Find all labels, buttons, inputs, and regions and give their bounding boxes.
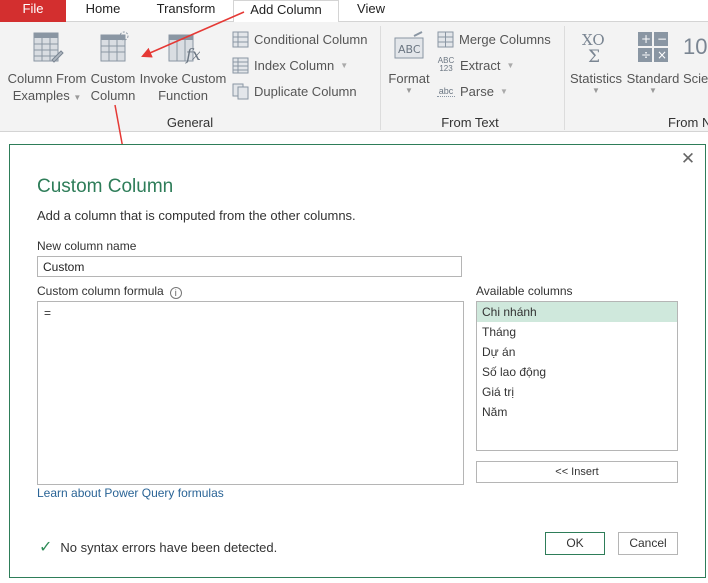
custom-column-label-1: Custom [90,71,136,86]
parse-icon: abc [437,85,455,97]
formula-editor[interactable]: = [37,301,464,485]
conditional-column-button[interactable]: Conditional Column [232,28,367,50]
standard-label: Standard [626,71,680,86]
info-icon[interactable]: i [169,287,182,299]
invoke-custom-function-label-2: Function [158,88,208,103]
custom-column-formula-label: Custom column formula i [37,284,182,299]
conditional-column-icon [232,31,249,47]
chevron-down-icon: ▼ [499,86,508,96]
list-item[interactable]: Chi nhánh [477,302,677,322]
list-item[interactable]: Tháng [477,322,677,342]
index-column-button[interactable]: Index Column ▼ [232,54,348,76]
statistics-label: Statistics [570,71,623,86]
index-column-label: Index Column [254,57,335,73]
extract-icon-text-2: 123 [439,64,453,73]
list-item[interactable]: Giá trị [477,382,677,402]
format-label: Format [388,71,430,86]
dialog-title: Custom Column [37,176,174,197]
scientific-button[interactable]: 10 Scie [683,30,708,87]
chevron-down-icon: ▼ [340,60,349,70]
chevron-down-icon: ▼ [506,60,515,70]
tab-transform[interactable]: Transform [140,0,232,22]
conditional-column-label: Conditional Column [254,31,368,47]
syntax-status: ✓ No syntax errors have been detected. [39,537,277,557]
checkmark-icon: ✓ [39,539,53,556]
format-icon: ABC [394,31,424,59]
new-column-name-label: New column name [37,239,137,253]
insert-button[interactable]: << Insert [476,461,678,483]
column-from-examples-label-1: Column From [7,71,87,86]
group-label-from-text: From Text [441,115,499,130]
chevron-down-icon: ▼ [592,86,600,95]
svg-text:×: × [657,48,667,62]
scientific-label: Scie [683,71,708,86]
syntax-status-text: No syntax errors have been detected. [60,539,278,555]
available-columns-list[interactable]: Chi nhánh Tháng Dự án Số lao động Giá tr… [476,301,678,451]
standard-icon: + − ÷ × [638,32,668,62]
group-separator [380,26,381,130]
merge-columns-icon [437,31,454,47]
svg-text:ABC: ABC [398,43,421,56]
merge-columns-label: Merge Columns [459,31,551,47]
svg-text:fx: fx [185,45,200,64]
merge-columns-button[interactable]: Merge Columns [437,28,551,50]
tab-file[interactable]: File [0,0,66,22]
chevron-down-icon: ▼ [405,86,413,95]
extract-label: Extract [460,57,501,73]
tab-home[interactable]: Home [66,0,140,22]
svg-text:−: − [657,32,667,46]
format-button[interactable]: ABC Format ▼ [386,30,432,95]
svg-text:+: + [641,32,651,46]
column-from-examples-label-2: Examples ▼ [12,88,82,103]
formula-label-text: Custom column formula [37,284,164,298]
invoke-custom-function-label-1: Invoke Custom [139,71,227,86]
new-column-name-input[interactable] [37,256,462,277]
available-columns-label: Available columns [476,284,573,298]
chevron-down-icon: ▼ [649,86,657,95]
index-column-icon [232,57,249,73]
duplicate-column-label: Duplicate Column [254,83,357,99]
invoke-custom-function-button[interactable]: fx Invoke Custom Function [139,30,227,104]
group-label-from-number: From N [668,115,708,130]
custom-column-label-2: Column [90,88,136,103]
list-item[interactable]: Số lao động [477,362,677,382]
list-item[interactable]: Dự án [477,342,677,362]
svg-text:÷: ÷ [641,48,651,62]
extract-button[interactable]: ABC 123 Extract ▼ [437,54,515,76]
scientific-icon: 10 [683,34,708,59]
dialog-subtitle: Add a column that is computed from the o… [37,208,356,223]
column-from-examples-button[interactable]: Column From Examples ▼ [6,30,88,106]
chevron-down-icon: ▼ [73,93,82,102]
invoke-custom-function-icon: fx [168,34,200,64]
ribbon: Column From Examples ▼ Custom Column fx … [0,22,708,132]
standard-button[interactable]: + − ÷ × Standard ▼ [625,30,681,95]
close-icon[interactable]: ✕ [680,150,696,167]
group-separator [564,26,565,130]
duplicate-column-button[interactable]: Duplicate Column [232,80,357,102]
custom-column-button[interactable]: Custom Column [88,30,138,104]
tab-view[interactable]: View [340,0,402,22]
extract-icon: ABC 123 [437,57,455,73]
parse-button[interactable]: abc Parse ▼ [437,80,508,102]
custom-column-icon [100,31,129,62]
statistics-button[interactable]: XO Σ Statistics ▼ [570,30,622,95]
statistics-icon: XO Σ [582,31,605,64]
column-from-examples-icon [33,32,64,63]
svg-text:Σ: Σ [588,47,600,64]
list-item[interactable]: Năm [477,402,677,422]
custom-column-dialog: ✕ Custom Column Add a column that is com… [9,144,706,578]
parse-label: Parse [460,83,494,99]
cancel-button[interactable]: Cancel [618,532,678,555]
ribbon-tabs: File Home Transform Add Column View [0,0,708,23]
tab-add-column[interactable]: Add Column [233,0,339,23]
group-label-general: General [166,115,214,130]
ok-button[interactable]: OK [545,532,605,555]
learn-power-query-link[interactable]: Learn about Power Query formulas [37,486,224,500]
duplicate-column-icon [232,83,249,99]
